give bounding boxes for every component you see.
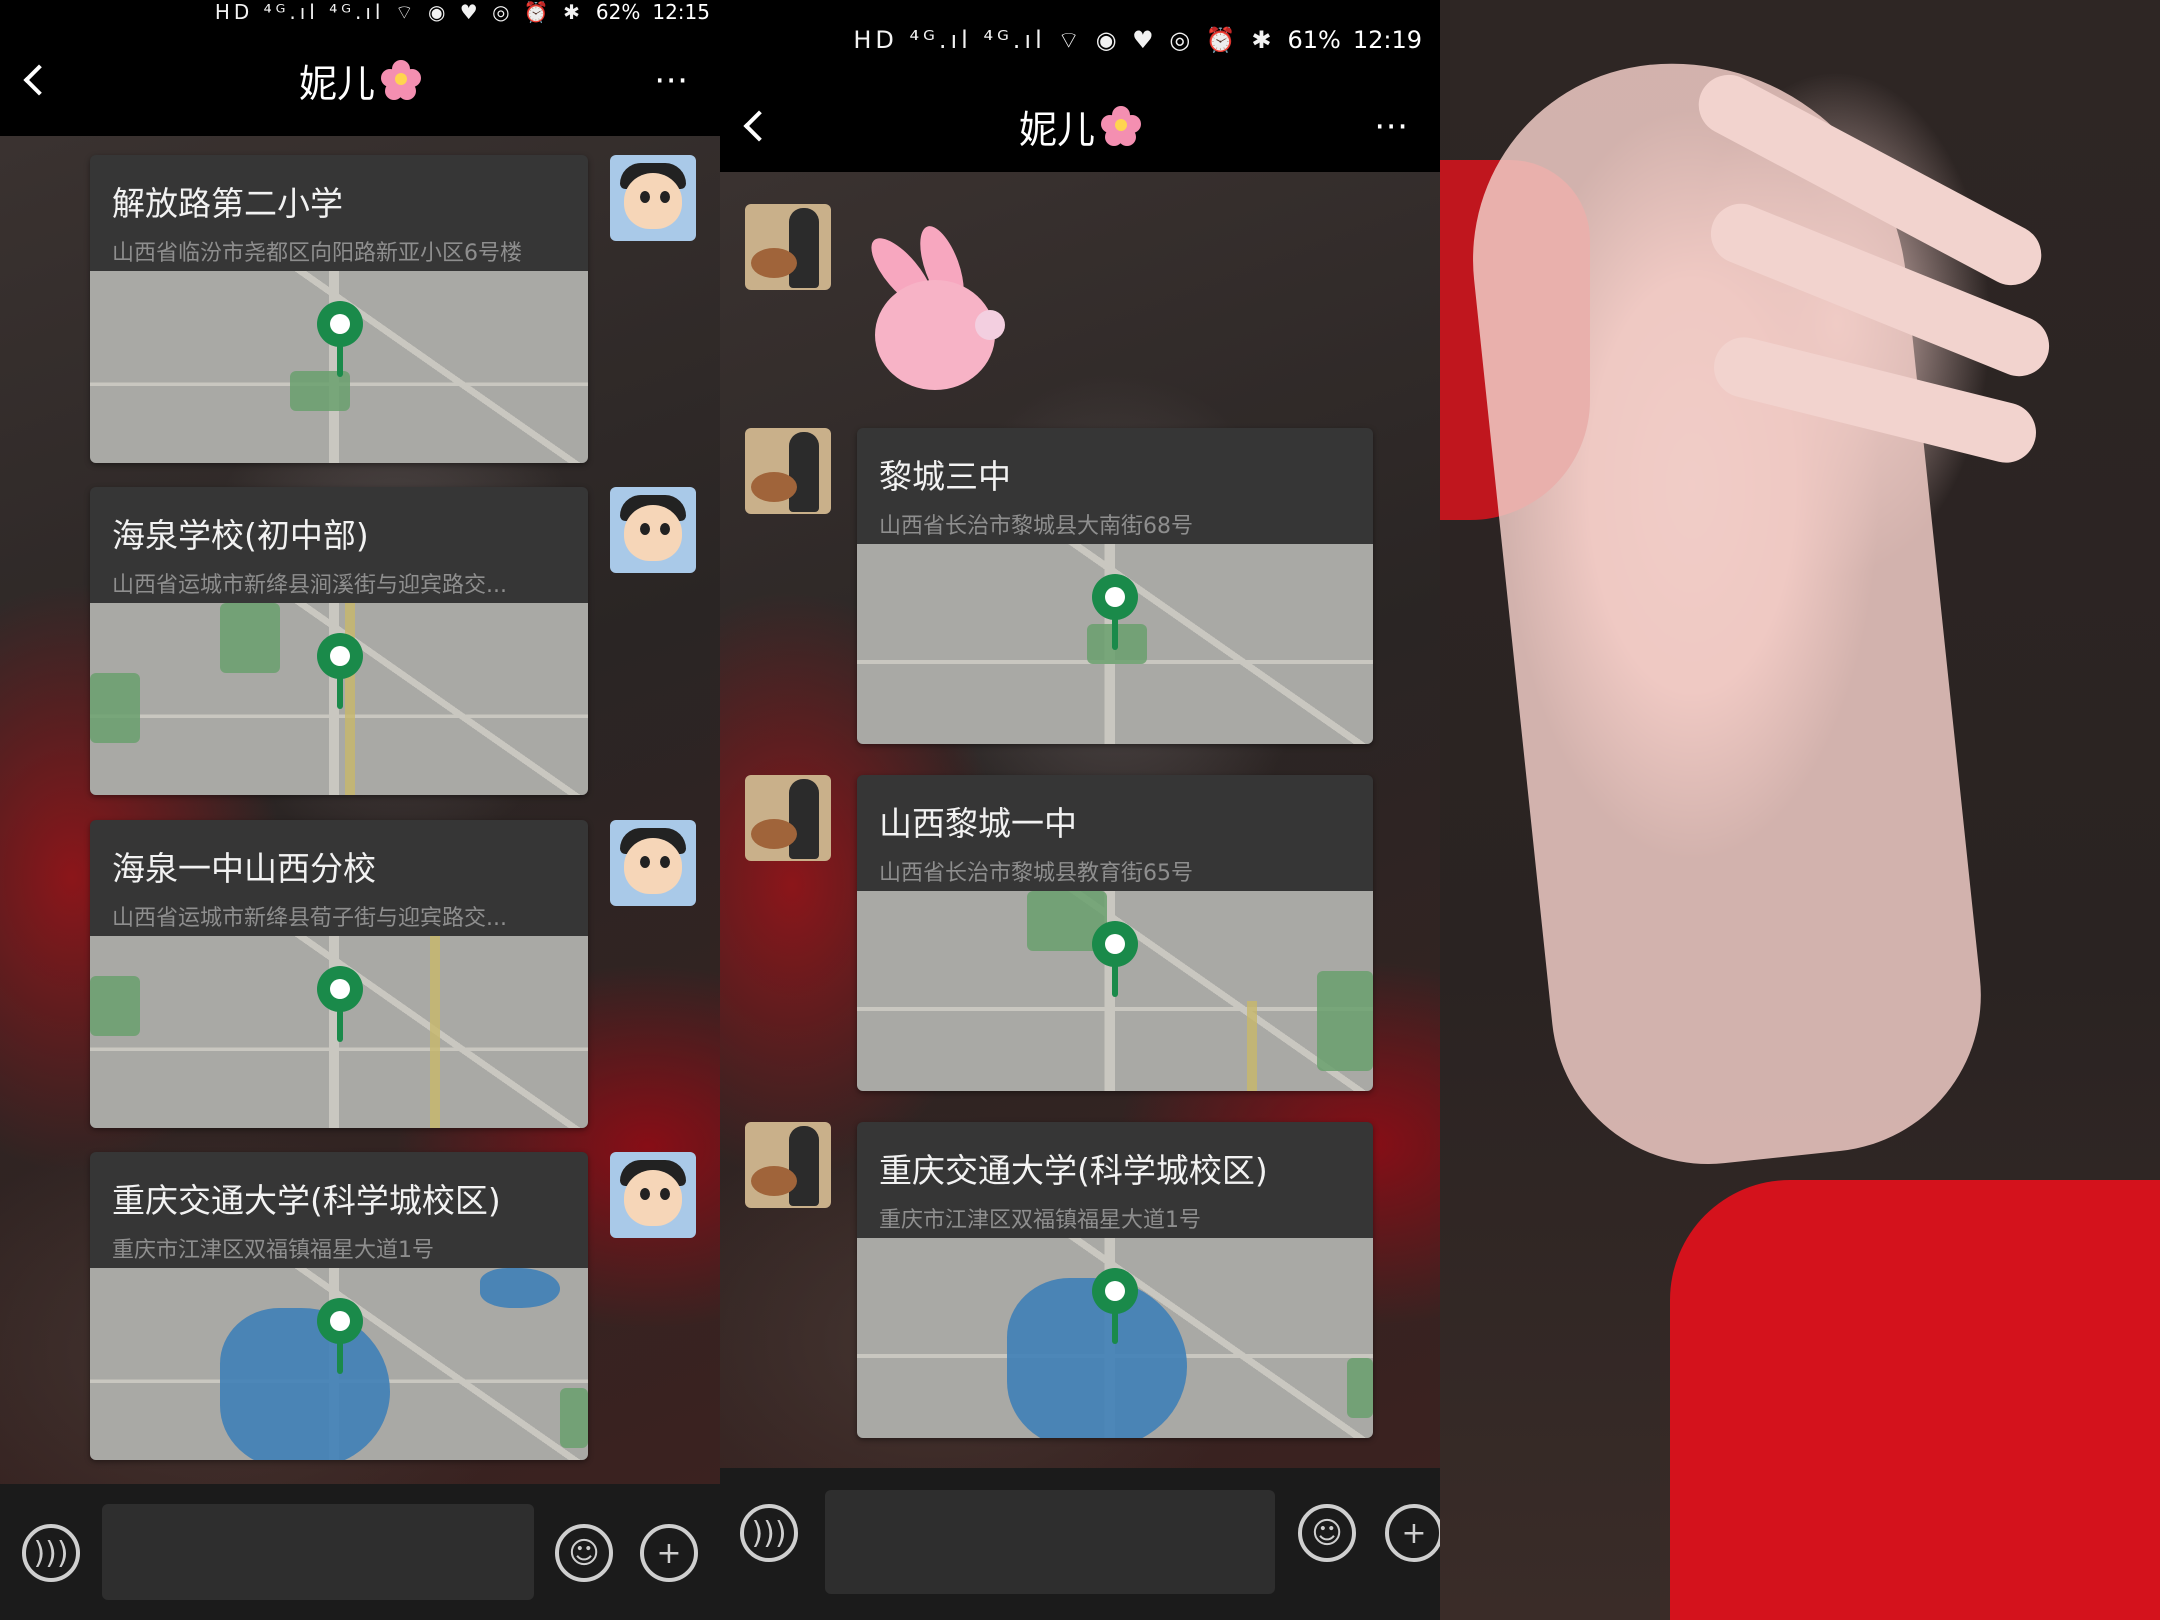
plus-icon[interactable]: +	[640, 1524, 698, 1582]
location-address: 山西省长治市黎城县大南街68号	[879, 514, 1193, 539]
location-header: 山西黎城一中 山西省长治市黎城县教育街65号	[857, 775, 1373, 891]
map-pin-icon	[317, 301, 363, 379]
location-header: 重庆交通大学(科学城校区) 重庆市江津区双福镇福星大道1号	[857, 1122, 1373, 1238]
clock: 12:19	[1352, 26, 1422, 54]
location-message[interactable]: 山西黎城一中 山西省长治市黎城县教育街65号	[857, 775, 1373, 1091]
contact-name: 妮儿	[1018, 107, 1095, 152]
map-park	[90, 673, 140, 743]
map-road	[1247, 1001, 1257, 1091]
location-message[interactable]: 重庆交通大学(科学城校区) 重庆市江津区双福镇福星大道1号	[857, 1122, 1373, 1438]
status-icons: HD ⁴ᴳ.ıl ⁴ᴳ.ıl ⌔ ◉ ♥ ◎ ⏰ ✱	[853, 26, 1276, 54]
location-title: 重庆交通大学(科学城校区)	[112, 1181, 501, 1220]
right-phone-screenshot: HD ⁴ᴳ.ıl ⁴ᴳ.ıl ⌔ ◉ ♥ ◎ ⏰ ✱ 61% 12:19 妮儿 …	[720, 0, 1440, 1620]
map-thumbnail	[90, 1268, 588, 1460]
red-sleeve	[1670, 1180, 2160, 1620]
location-message[interactable]: 重庆交通大学(科学城校区) 重庆市江津区双福镇福星大道1号	[90, 1152, 588, 1460]
flower-icon	[1101, 106, 1141, 146]
location-address: 山西省运城市新绛县荀子街与迎宾路交...	[112, 906, 507, 931]
plus-icon[interactable]: +	[1385, 1504, 1440, 1562]
location-header: 海泉学校(初中部) 山西省运城市新绛县涧溪街与迎宾路交...	[90, 487, 588, 603]
location-title: 山西黎城一中	[879, 804, 1077, 843]
map-thumbnail	[857, 891, 1373, 1091]
location-message[interactable]: 解放路第二小学 山西省临汾市尧都区向阳路新亚小区6号楼	[90, 155, 588, 463]
contact-name: 妮儿	[298, 61, 375, 106]
background-photo	[1440, 0, 2160, 1620]
avatar[interactable]	[745, 428, 831, 514]
chat-title: 妮儿	[1019, 99, 1141, 154]
message-input[interactable]	[825, 1490, 1275, 1594]
voice-icon[interactable]: )))	[740, 1504, 798, 1562]
location-header: 黎城三中 山西省长治市黎城县大南街68号	[857, 428, 1373, 544]
status-bar: HD ⁴ᴳ.ıl ⁴ᴳ.ıl ⌔ ◉ ♥ ◎ ⏰ ✱ 61% 12:19	[720, 0, 1440, 80]
more-icon[interactable]: ⋯	[1374, 109, 1410, 143]
map-park	[1317, 971, 1373, 1071]
left-phone-screenshot: HD ⁴ᴳ.ıl ⁴ᴳ.ıl ⌔ ◉ ♥ ◎ ⏰ ✱ 62% 12:15 妮儿 …	[0, 0, 720, 1620]
location-address: 山西省临汾市尧都区向阳路新亚小区6号楼	[112, 241, 522, 266]
flower-icon	[381, 60, 421, 100]
avatar[interactable]	[745, 775, 831, 861]
map-thumbnail	[857, 1238, 1373, 1438]
input-bar: ))) ☺ +	[720, 1468, 1440, 1620]
chat-header: 妮儿 ⋯	[0, 24, 720, 136]
location-message[interactable]: 黎城三中 山西省长治市黎城县大南街68号	[857, 428, 1373, 744]
avatar[interactable]	[610, 820, 696, 906]
location-message[interactable]: 海泉学校(初中部) 山西省运城市新绛县涧溪街与迎宾路交...	[90, 487, 588, 795]
location-title: 海泉学校(初中部)	[112, 516, 369, 555]
status-icons: HD ⁴ᴳ.ıl ⁴ᴳ.ıl ⌔ ◉ ♥ ◎ ⏰ ✱	[214, 0, 584, 24]
location-title: 重庆交通大学(科学城校区)	[879, 1151, 1268, 1190]
avatar[interactable]	[610, 487, 696, 573]
map-pin-icon	[317, 1298, 363, 1376]
map-park	[90, 976, 140, 1036]
avatar[interactable]	[745, 1122, 831, 1208]
map-thumbnail	[90, 936, 588, 1128]
map-pin-icon	[1092, 921, 1138, 999]
avatar[interactable]	[745, 204, 831, 290]
chat-title: 妮儿	[299, 53, 421, 108]
location-header: 解放路第二小学 山西省临汾市尧都区向阳路新亚小区6号楼	[90, 155, 588, 271]
avatar[interactable]	[610, 1152, 696, 1238]
map-thumbnail	[90, 271, 588, 463]
map-road	[430, 936, 440, 1128]
location-address: 山西省长治市黎城县教育街65号	[879, 861, 1193, 886]
map-park	[560, 1388, 588, 1448]
map-water	[220, 1308, 390, 1460]
location-header: 海泉一中山西分校 山西省运城市新绛县荀子街与迎宾路交...	[90, 820, 588, 936]
location-title: 黎城三中	[879, 457, 1011, 496]
location-address: 重庆市江津区双福镇福星大道1号	[112, 1238, 434, 1263]
map-pin-icon	[317, 966, 363, 1044]
map-park	[220, 603, 280, 673]
chat-header: 妮儿 ⋯	[720, 80, 1440, 172]
input-bar: ))) ☺ +	[0, 1484, 720, 1620]
emoji-icon[interactable]: ☺	[555, 1524, 613, 1582]
status-bar: HD ⁴ᴳ.ıl ⁴ᴳ.ıl ⌔ ◉ ♥ ◎ ⏰ ✱ 62% 12:15	[0, 0, 720, 24]
location-address: 山西省运城市新绛县涧溪街与迎宾路交...	[112, 573, 507, 598]
map-pin-icon	[1092, 1268, 1138, 1346]
location-title: 海泉一中山西分校	[112, 849, 376, 888]
map-pin-icon	[317, 633, 363, 711]
back-icon[interactable]	[23, 64, 55, 96]
map-thumbnail	[857, 544, 1373, 744]
map-pin-icon	[1092, 574, 1138, 652]
battery-level: 62%	[595, 0, 641, 24]
back-icon[interactable]	[743, 110, 775, 142]
message-input[interactable]	[102, 1504, 534, 1600]
map-water	[480, 1268, 560, 1308]
location-title: 解放路第二小学	[112, 184, 343, 223]
location-header: 重庆交通大学(科学城校区) 重庆市江津区双福镇福星大道1号	[90, 1152, 588, 1268]
bunny-sticker[interactable]	[855, 220, 1025, 410]
location-address: 重庆市江津区双福镇福星大道1号	[879, 1208, 1201, 1233]
voice-icon[interactable]: )))	[22, 1524, 80, 1582]
more-icon[interactable]: ⋯	[654, 63, 690, 97]
avatar[interactable]	[610, 155, 696, 241]
location-message[interactable]: 海泉一中山西分校 山西省运城市新绛县荀子街与迎宾路交...	[90, 820, 588, 1128]
emoji-icon[interactable]: ☺	[1298, 1504, 1356, 1562]
map-park	[1347, 1358, 1373, 1418]
clock: 12:15	[652, 0, 710, 24]
battery-level: 61%	[1287, 26, 1341, 54]
map-thumbnail	[90, 603, 588, 795]
